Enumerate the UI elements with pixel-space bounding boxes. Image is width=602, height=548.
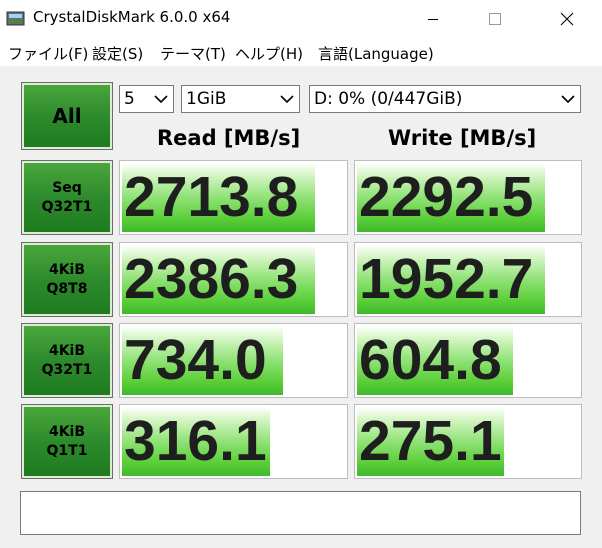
write-result-value: 275.1 bbox=[359, 409, 502, 473]
read-result-value: 316.1 bbox=[124, 409, 267, 473]
maximize-icon bbox=[489, 13, 501, 25]
window-title: CrystalDiskMark 6.0.0 x64 bbox=[33, 8, 231, 26]
test-label-line1: 4KiB bbox=[48, 424, 86, 441]
menu-bar: ファイル(F) 設定(S) テーマ(T) ヘルプ(H) 言語(Language) bbox=[0, 38, 602, 66]
chevron-down-icon bbox=[561, 95, 575, 104]
chevron-down-icon bbox=[154, 95, 168, 104]
read-result-value: 2386.3 bbox=[124, 247, 299, 311]
chevron-down-icon bbox=[280, 95, 294, 104]
read-column-header: Read [MB/s] bbox=[157, 126, 301, 150]
test-label-line2: Q32T1 bbox=[41, 198, 93, 215]
read-result-cell: 2713.8 bbox=[119, 160, 348, 235]
crystaldiskmark-window: CrystalDiskMark 6.0.0 x64 ファイル(F) 設定(S) … bbox=[0, 0, 602, 548]
test-label-line1: 4KiB bbox=[48, 262, 86, 279]
menu-help[interactable]: ヘルプ(H) bbox=[235, 43, 303, 64]
test-label-line1: Seq bbox=[52, 180, 82, 197]
disk-app-icon bbox=[6, 11, 25, 26]
minimize-button[interactable] bbox=[410, 0, 456, 38]
all-button-label: All bbox=[52, 104, 82, 128]
maximize-button[interactable] bbox=[472, 0, 518, 38]
read-result-value: 734.0 bbox=[124, 328, 267, 392]
menu-settings[interactable]: 設定(S) bbox=[92, 43, 143, 64]
write-result-cell: 604.8 bbox=[354, 323, 582, 398]
test-label-line2: Q1T1 bbox=[46, 442, 88, 459]
write-result-value: 1952.7 bbox=[359, 247, 534, 311]
test-button-seq-q32t1[interactable]: Seq Q32T1 bbox=[21, 160, 113, 235]
test-button-4kib-q8t8[interactable]: 4KiB Q8T8 bbox=[21, 242, 113, 317]
all-button[interactable]: All bbox=[21, 82, 113, 150]
benchmark-panel: All 5 1GiB D: 0% (0/447GiB) Read [MB/s] … bbox=[0, 66, 602, 548]
read-result-value: 2713.8 bbox=[124, 165, 299, 229]
read-result-cell: 2386.3 bbox=[119, 242, 348, 317]
menu-theme[interactable]: テーマ(T) bbox=[160, 43, 226, 64]
drive-value: D: 0% (0/447GiB) bbox=[314, 89, 463, 109]
write-result-value: 604.8 bbox=[359, 328, 502, 392]
write-result-cell: 2292.5 bbox=[354, 160, 582, 235]
comment-field[interactable] bbox=[20, 491, 581, 535]
minimize-icon bbox=[428, 19, 438, 20]
write-result-value: 2292.5 bbox=[359, 165, 534, 229]
test-button-4kib-q32t1[interactable]: 4KiB Q32T1 bbox=[21, 323, 113, 398]
test-count-value: 5 bbox=[124, 89, 135, 109]
close-icon bbox=[560, 12, 574, 26]
title-bar: CrystalDiskMark 6.0.0 x64 bbox=[0, 0, 602, 38]
write-result-cell: 275.1 bbox=[354, 404, 582, 479]
drive-select[interactable]: D: 0% (0/447GiB) bbox=[309, 85, 581, 113]
test-size-value: 1GiB bbox=[186, 89, 227, 109]
test-button-4kib-q1t1[interactable]: 4KiB Q1T1 bbox=[21, 404, 113, 479]
test-size-select[interactable]: 1GiB bbox=[181, 85, 300, 113]
menu-language[interactable]: 言語(Language) bbox=[318, 43, 434, 64]
test-label-line2: Q8T8 bbox=[46, 280, 88, 297]
write-column-header: Write [MB/s] bbox=[388, 126, 537, 150]
close-button[interactable] bbox=[544, 0, 590, 38]
test-label-line2: Q32T1 bbox=[41, 361, 93, 378]
write-result-cell: 1952.7 bbox=[354, 242, 582, 317]
read-result-cell: 734.0 bbox=[119, 323, 348, 398]
test-label-line1: 4KiB bbox=[48, 343, 86, 360]
test-count-select[interactable]: 5 bbox=[119, 85, 174, 113]
menu-file[interactable]: ファイル(F) bbox=[8, 43, 88, 64]
read-result-cell: 316.1 bbox=[119, 404, 348, 479]
